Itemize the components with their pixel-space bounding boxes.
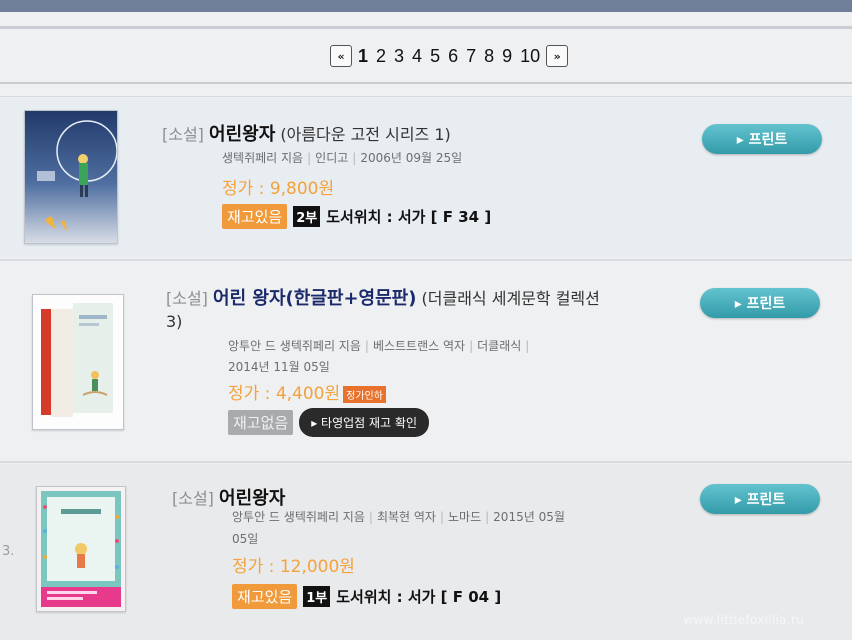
- book-title-link[interactable]: 어린 왕자(한글판+영문판): [213, 288, 416, 309]
- book-price: 정가 : 9,800원: [222, 179, 335, 199]
- stock-status-badge: 재고있음: [222, 204, 288, 229]
- book-price: 정가 : 12,000원: [232, 557, 355, 577]
- book-title-line: [소설] 어린왕자 (아름다운 고전 시리즈 1): [162, 120, 451, 146]
- book-item-1: [소설] 어린왕자 (아름다운 고전 시리즈 1) 생텍쥐페리 지음 | 인디고 | 2…: [0, 98, 852, 258]
- divider-line: [0, 26, 852, 29]
- book-author: 앙투안 드 생텍쥐페리 지음: [228, 339, 361, 353]
- page-link-3[interactable]: 3: [392, 46, 406, 67]
- check-other-branch-button[interactable]: ▸ 타영업점 재고 확인: [299, 408, 429, 437]
- book-meta: 앙투안 드 생텍쥐페리 지음 | 최복현 역자 | 노마드 | 2015년 05월: [232, 510, 565, 524]
- book-date-continued: 05일: [232, 532, 259, 546]
- watermark: www.littlefoxlilia.ru: [683, 613, 804, 627]
- pagination: « 1 2 3 4 5 6 7 8 9 10 »: [330, 42, 569, 70]
- book-item-2: [소설] 어린 왕자(한글판+영문판) (더클래식 세계문학 컬렉션 3) 앙투…: [0, 262, 852, 559]
- divider-line: [0, 96, 852, 97]
- book-cover-image[interactable]: [32, 294, 124, 430]
- book-publisher: 더클래식: [477, 339, 522, 353]
- book-author: 앙투안 드 생텍쥐페리 지음: [232, 510, 365, 524]
- stock-row: 재고있음 1부 도서위치 : 서가 [ F 04 ]: [232, 584, 501, 609]
- double-right-arrow-icon[interactable]: »: [546, 45, 569, 67]
- page-link-9[interactable]: 9: [500, 46, 514, 67]
- row-number: 3.: [2, 544, 15, 559]
- book-author: 생텍쥐페리 지음: [222, 151, 304, 165]
- print-button[interactable]: ▸ 프린트: [700, 288, 820, 318]
- stock-status-badge: 재고없음: [228, 410, 294, 435]
- book-title-link[interactable]: 어린왕자: [209, 124, 275, 145]
- stock-row: 재고있음 2부 도서위치 : 서가 [ F 34 ]: [222, 204, 491, 229]
- book-cover-image[interactable]: [36, 486, 126, 612]
- book-publisher: 인디고: [315, 151, 349, 165]
- shelf-location: 도서위치 : 서가 [ F 04 ]: [336, 588, 502, 606]
- page-link-7[interactable]: 7: [464, 46, 478, 67]
- book-date: 2006년 09월 25일: [360, 151, 463, 165]
- book-title-link[interactable]: 어린왕자: [219, 488, 285, 509]
- price-reduced-badge: 정가인하: [343, 385, 386, 403]
- page-link-4[interactable]: 4: [410, 46, 424, 67]
- book-category: [소설]: [172, 489, 214, 508]
- print-button[interactable]: ▸ 프린트: [702, 124, 822, 154]
- book-title-line: [소설] 어린왕자: [172, 484, 285, 510]
- page-link-8[interactable]: 8: [482, 46, 496, 67]
- book-cover-image[interactable]: [24, 110, 118, 244]
- divider-line: [0, 259, 852, 261]
- book-category: [소설]: [166, 289, 208, 308]
- page-link-1[interactable]: 1: [356, 46, 370, 67]
- book-subtitle-continued: 3): [166, 312, 183, 331]
- book-translator: 베스트트랜스 역자: [372, 339, 466, 353]
- book-price-line: 정가 : 4,400원 정가인하: [228, 379, 386, 404]
- print-button[interactable]: ▸ 프린트: [700, 484, 820, 514]
- stock-count: 2부: [293, 206, 321, 227]
- shelf-location: 도서위치 : 서가 [ F 34 ]: [326, 208, 492, 226]
- book-price: 정가 : 4,400원: [228, 384, 341, 404]
- window-top-bar: [0, 0, 852, 12]
- book-meta: 생텍쥐페리 지음 | 인디고 | 2006년 09월 25일: [222, 151, 463, 165]
- page-link-5[interactable]: 5: [428, 46, 442, 67]
- page-link-2[interactable]: 2: [374, 46, 388, 67]
- book-subtitle: (더클래식 세계문학 컬렉션: [421, 289, 600, 308]
- page-link-6[interactable]: 6: [446, 46, 460, 67]
- divider-line: [0, 461, 852, 463]
- page-link-10[interactable]: 10: [518, 46, 542, 67]
- book-translator: 최복현 역자: [376, 510, 436, 524]
- book-subtitle: (아름다운 고전 시리즈 1): [280, 125, 451, 144]
- book-category: [소설]: [162, 125, 204, 144]
- book-date: 2014년 11월 05일: [228, 360, 330, 374]
- book-meta: 앙투안 드 생텍쥐페리 지음 | 베스트트랜스 역자 | 더클래식 |: [228, 339, 530, 353]
- book-publisher: 노마드: [448, 510, 482, 524]
- divider-line: [0, 82, 852, 84]
- stock-count: 1부: [303, 586, 331, 607]
- stock-row: 재고없음 ▸ 타영업점 재고 확인: [228, 408, 429, 437]
- book-date: 2015년 05월: [493, 510, 565, 524]
- double-left-arrow-icon[interactable]: «: [330, 45, 352, 67]
- book-title-line: [소설] 어린 왕자(한글판+영문판) (더클래식 세계문학 컬렉션: [166, 284, 600, 310]
- stock-status-badge: 재고있음: [232, 584, 298, 609]
